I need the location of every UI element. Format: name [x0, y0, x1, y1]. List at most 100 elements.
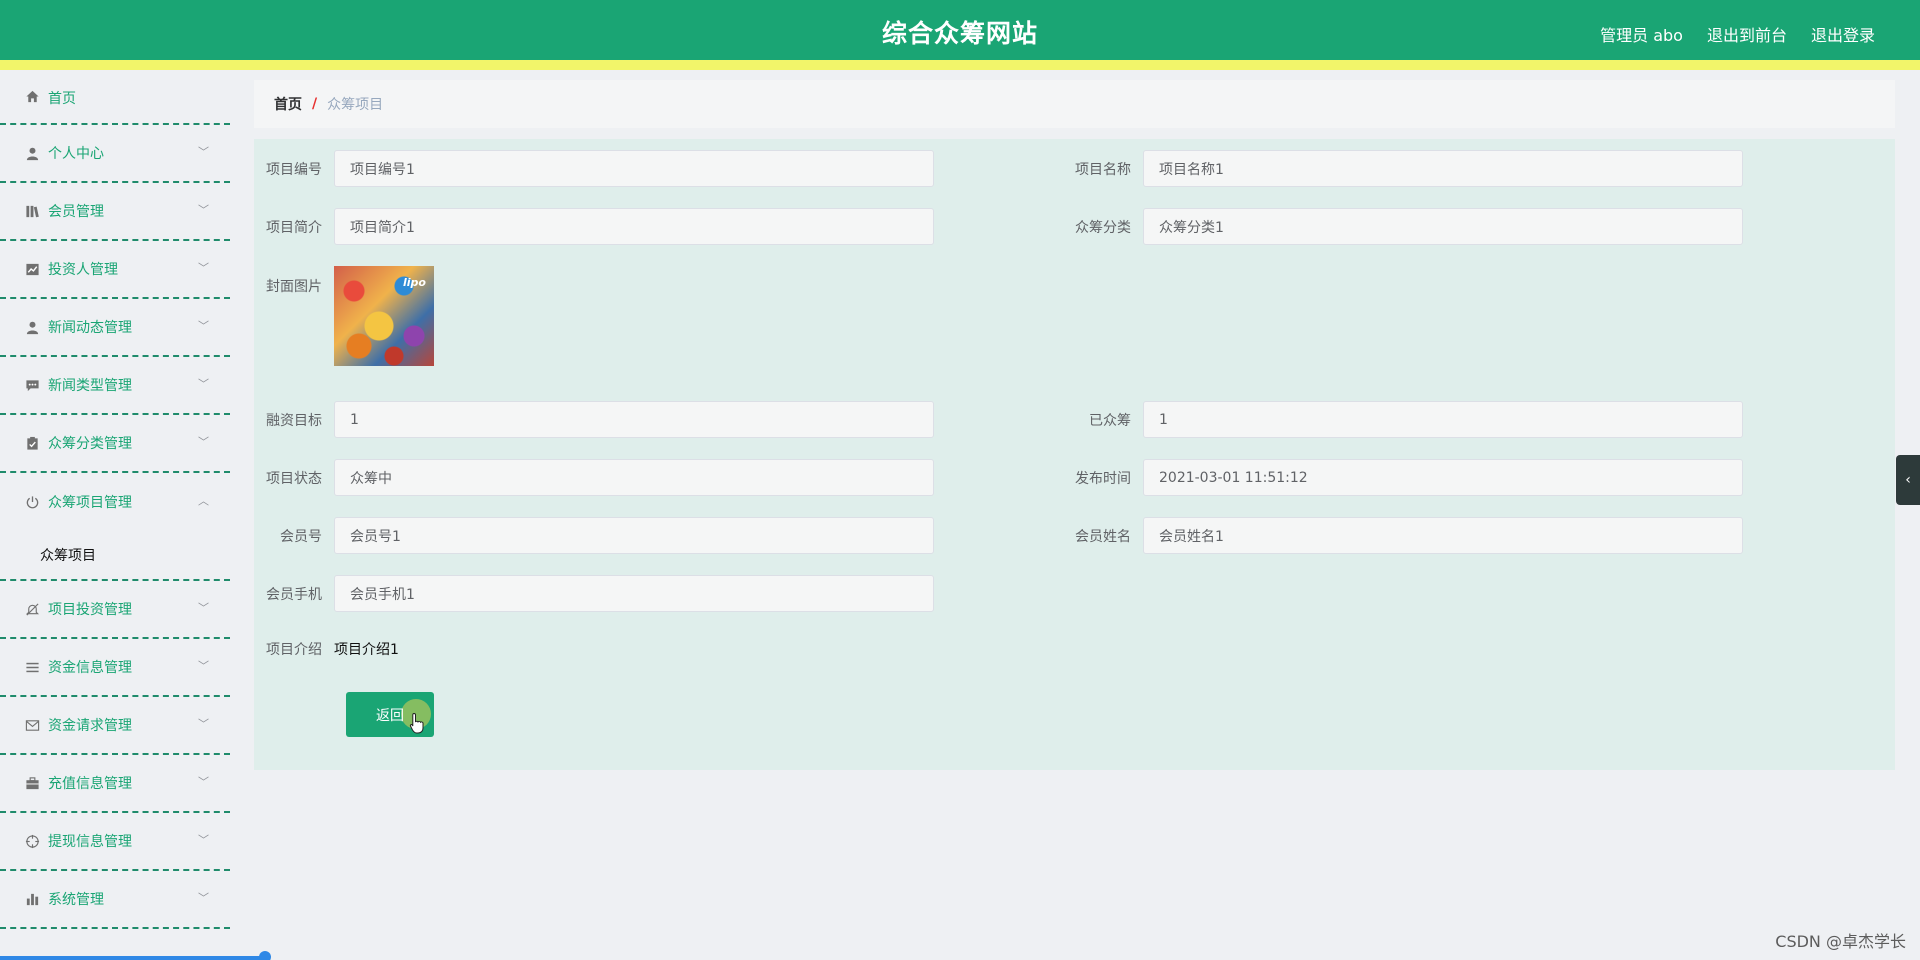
status-input[interactable]: 众筹中 [334, 459, 934, 496]
field-member-phone: 会员手机 会员手机1 [254, 575, 934, 612]
exit-to-frontend-link[interactable]: 退出到前台 [1707, 22, 1787, 46]
target-icon [24, 833, 40, 849]
watermark: CSDN @卓杰学长 [1775, 932, 1906, 951]
briefcase-icon [24, 775, 40, 791]
list-icon [24, 659, 40, 675]
sidebar-item-home[interactable]: 首页 [0, 80, 230, 125]
field-raised: 已众筹 1 [1063, 401, 1743, 438]
chevron-down-icon: ﹀ [198, 377, 209, 391]
power-icon [24, 494, 40, 510]
chevron-down-icon: ﹀ [198, 145, 209, 159]
field-label: 项目编号 [266, 161, 322, 178]
field-label: 融资目标 [266, 412, 322, 429]
back-button-label: 返回 [376, 707, 404, 724]
hand-cursor-icon [409, 712, 424, 734]
field-category: 众筹分类 众筹分类1 [1063, 208, 1743, 245]
project-no-input[interactable]: 项目编号1 [334, 150, 934, 187]
field-intro: 项目介绍 项目介绍1 [254, 639, 399, 659]
sidebar-subitem-crowdfunding-project[interactable]: 众筹项目 [0, 531, 230, 581]
page-load-progress [0, 956, 265, 960]
library-icon [24, 203, 40, 219]
bar-chart-icon [24, 891, 40, 907]
sidebar-item-label: 充值信息管理 [48, 776, 132, 792]
field-project-no: 项目编号 项目编号1 [254, 150, 934, 187]
user-icon [24, 145, 40, 161]
sidebar-item-fund-request-management[interactable]: 资金请求管理 ﹀ [0, 697, 230, 755]
breadcrumb-separator: / [312, 96, 318, 112]
sidebar-item-investor-management[interactable]: 投资人管理 ﹀ [0, 241, 230, 299]
person-icon [24, 319, 40, 335]
top-header: 综合众筹网站 管理员 abo 退出到前台 退出登录 [0, 0, 1920, 70]
field-cover: 封面图片 lipo [254, 266, 434, 366]
sidebar-item-recharge-info-management[interactable]: 充值信息管理 ﹀ [0, 755, 230, 813]
funding-goal-input[interactable]: 1 [334, 401, 934, 438]
breadcrumb-home[interactable]: 首页 [274, 94, 302, 114]
chevron-down-icon: ﹀ [198, 659, 209, 673]
raised-input[interactable]: 1 [1143, 401, 1743, 438]
sidebar-item-crowdfunding-project-management[interactable]: 众筹项目管理 ︿ [0, 473, 230, 531]
sidebar-item-label: 会员管理 [48, 204, 104, 220]
sidebar-item-label: 提现信息管理 [48, 834, 132, 850]
member-no-input[interactable]: 会员号1 [334, 517, 934, 554]
intro-text: 项目介绍1 [334, 642, 399, 658]
logout-link[interactable]: 退出登录 [1811, 22, 1875, 46]
field-status: 项目状态 众筹中 [254, 459, 934, 496]
cover-image[interactable]: lipo [334, 266, 434, 366]
project-name-input[interactable]: 项目名称1 [1143, 150, 1743, 187]
sidebar-item-label: 首页 [48, 91, 76, 107]
field-label: 会员号 [280, 528, 322, 545]
member-name-input[interactable]: 会员姓名1 [1143, 517, 1743, 554]
field-project-name: 项目名称 项目名称1 [1063, 150, 1743, 187]
chevron-up-icon: ︿ [198, 494, 209, 508]
admin-user-link[interactable]: 管理员 abo [1600, 22, 1683, 46]
sidebar-item-personal-center[interactable]: 个人中心 ﹀ [0, 125, 230, 183]
chevron-down-icon: ﹀ [198, 203, 209, 217]
field-label: 项目名称 [1075, 161, 1131, 178]
field-label: 项目介绍 [266, 642, 322, 658]
breadcrumb-current: 众筹项目 [327, 97, 384, 113]
bell-off-icon [24, 601, 40, 617]
chat-icon [24, 377, 40, 393]
sidebar-item-label: 新闻动态管理 [48, 320, 132, 336]
detail-form-panel: 项目编号 项目编号1 项目名称 项目名称1 项目简介 项目简介1 众筹分类 众筹… [254, 139, 1895, 770]
chevron-down-icon: ﹀ [198, 261, 209, 275]
sidebar-item-withdrawal-info-management[interactable]: 提现信息管理 ﹀ [0, 813, 230, 871]
header-links: 管理员 abo 退出到前台 退出登录 [1600, 22, 1875, 46]
field-project-summary: 项目简介 项目简介1 [254, 208, 934, 245]
publish-time-input[interactable]: 2021-03-01 11:51:12 [1143, 459, 1743, 496]
sidebar-item-member-management[interactable]: 会员管理 ﹀ [0, 183, 230, 241]
field-label: 封面图片 [266, 279, 322, 295]
project-summary-input[interactable]: 项目简介1 [334, 208, 934, 245]
field-publish-time: 发布时间 2021-03-01 11:51:12 [1063, 459, 1743, 496]
page-load-progress-dot [259, 951, 271, 960]
sidebar-item-crowdfunding-category-management[interactable]: 众筹分类管理 ﹀ [0, 415, 230, 473]
chevron-down-icon: ﹀ [198, 891, 209, 905]
sidebar-item-fund-info-management[interactable]: 资金信息管理 ﹀ [0, 639, 230, 697]
field-funding-goal: 融资目标 1 [254, 401, 934, 438]
field-member-name: 会员姓名 会员姓名1 [1063, 517, 1743, 554]
field-label: 发布时间 [1075, 470, 1131, 487]
sidebar-item-system-management[interactable]: 系统管理 ﹀ [0, 871, 230, 929]
sidebar-item-label: 资金信息管理 [48, 660, 132, 676]
chevron-down-icon: ﹀ [198, 319, 209, 333]
chevron-down-icon: ﹀ [198, 717, 209, 731]
sidebar-item-label: 众筹分类管理 [48, 436, 132, 452]
button-row: 返回 [346, 692, 434, 737]
member-phone-input[interactable]: 会员手机1 [334, 575, 934, 612]
sidebar-item-news-management[interactable]: 新闻动态管理 ﹀ [0, 299, 230, 357]
category-input[interactable]: 众筹分类1 [1143, 208, 1743, 245]
field-label: 会员手机 [266, 586, 322, 603]
mail-icon [24, 717, 40, 733]
field-label: 会员姓名 [1075, 528, 1131, 545]
chevron-down-icon: ﹀ [198, 435, 209, 449]
side-panel-toggle[interactable]: ‹ [1896, 455, 1920, 505]
back-button[interactable]: 返回 [346, 692, 434, 737]
field-label: 项目简介 [266, 219, 322, 236]
home-icon [24, 88, 40, 104]
sidebar-item-project-investment-management[interactable]: 项目投资管理 ﹀ [0, 581, 230, 639]
sidebar-item-news-type-management[interactable]: 新闻类型管理 ﹀ [0, 357, 230, 415]
sidebar-item-label: 新闻类型管理 [48, 378, 132, 394]
sidebar-item-label: 个人中心 [48, 146, 104, 162]
chevron-down-icon: ﹀ [198, 601, 209, 615]
sidebar-item-label: 投资人管理 [48, 262, 118, 278]
